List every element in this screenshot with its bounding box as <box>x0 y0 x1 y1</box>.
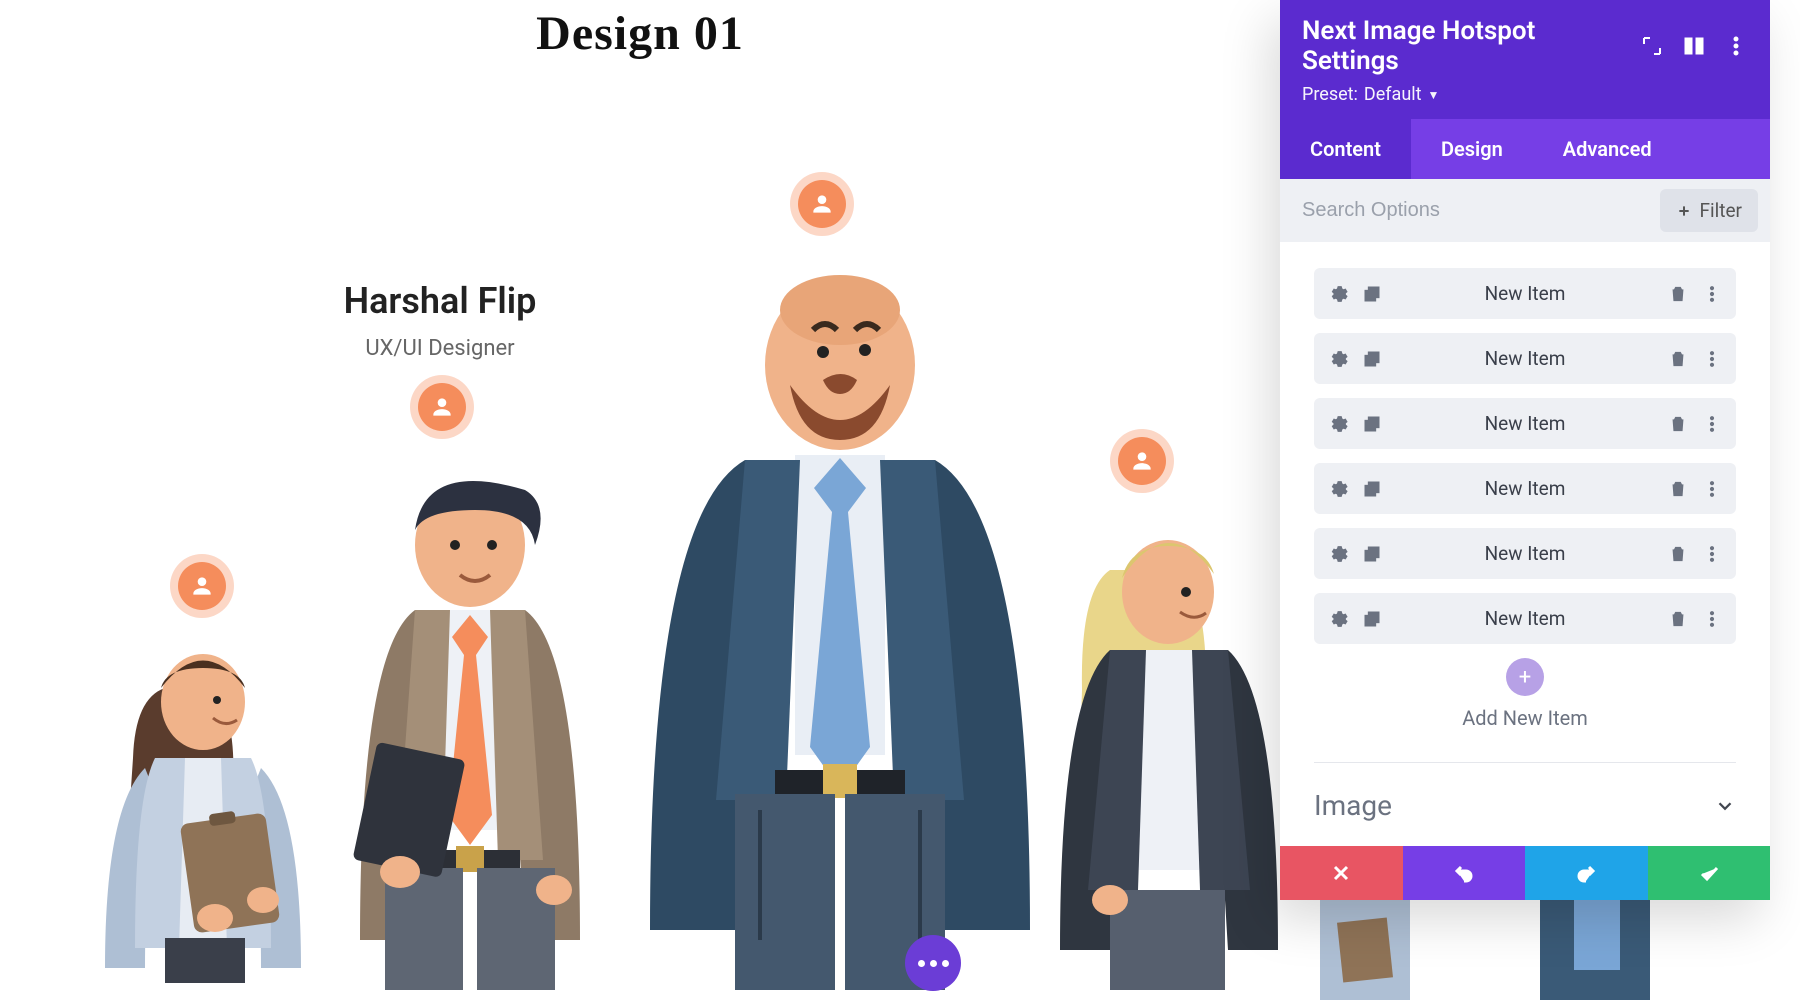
tab-advanced[interactable]: Advanced <box>1533 119 1682 179</box>
tab-content[interactable]: Content <box>1280 119 1411 179</box>
illustration-person <box>320 450 620 990</box>
gear-icon[interactable] <box>1328 479 1348 499</box>
item-label: New Item <box>1382 477 1668 500</box>
cancel-button[interactable] <box>1280 846 1403 900</box>
preset-selector[interactable]: Preset: Default ▼ <box>1302 84 1748 105</box>
kebab-menu-icon[interactable] <box>1702 284 1722 304</box>
page-title: Design 01 <box>0 6 1280 61</box>
hotspot-pin[interactable] <box>418 383 466 431</box>
columns-icon[interactable] <box>1682 34 1706 58</box>
trash-icon[interactable] <box>1668 609 1688 629</box>
search-row: Filter <box>1280 179 1770 242</box>
hotspot-pin[interactable] <box>798 180 846 228</box>
trash-icon[interactable] <box>1668 414 1688 434</box>
save-button[interactable] <box>1648 846 1771 900</box>
duplicate-icon[interactable] <box>1362 414 1382 434</box>
kebab-menu-icon[interactable] <box>1702 349 1722 369</box>
chevron-down-icon <box>1714 795 1736 817</box>
floating-action-button[interactable] <box>905 935 961 991</box>
illustration-person <box>625 250 1055 990</box>
item-label: New Item <box>1382 347 1668 370</box>
tab-design[interactable]: Design <box>1411 119 1533 179</box>
preview-canvas: Design 01 Harshal Flip UX/UI Designer <box>0 0 1280 997</box>
add-item-button[interactable]: + <box>1506 658 1544 696</box>
panel-header: Next Image Hotspot Settings Preset: Defa… <box>1280 0 1770 119</box>
illustration-person <box>95 618 315 983</box>
trash-icon[interactable] <box>1668 349 1688 369</box>
list-item[interactable]: New Item <box>1314 333 1736 384</box>
redo-button[interactable] <box>1525 846 1648 900</box>
panel-tabs: Content Design Advanced <box>1280 119 1770 179</box>
duplicate-icon[interactable] <box>1362 609 1382 629</box>
trash-icon[interactable] <box>1668 284 1688 304</box>
expand-icon[interactable] <box>1640 34 1664 58</box>
list-item[interactable]: New Item <box>1314 528 1736 579</box>
gear-icon[interactable] <box>1328 414 1348 434</box>
item-label: New Item <box>1382 412 1668 435</box>
duplicate-icon[interactable] <box>1362 544 1382 564</box>
list-item[interactable]: New Item <box>1314 268 1736 319</box>
panel-footer <box>1280 846 1770 900</box>
preset-value: Default <box>1364 84 1422 105</box>
kebab-menu-icon[interactable] <box>1702 479 1722 499</box>
accordion-image[interactable]: Image <box>1314 762 1736 846</box>
trash-icon[interactable] <box>1668 479 1688 499</box>
add-item-label: Add New Item <box>1314 706 1736 730</box>
item-label: New Item <box>1382 282 1668 305</box>
kebab-menu-icon[interactable] <box>1724 34 1748 58</box>
settings-panel: Next Image Hotspot Settings Preset: Defa… <box>1280 0 1770 900</box>
gear-icon[interactable] <box>1328 544 1348 564</box>
duplicate-icon[interactable] <box>1362 284 1382 304</box>
search-input[interactable] <box>1292 191 1660 230</box>
hotspot-tooltip: Harshal Flip UX/UI Designer <box>280 280 600 361</box>
tooltip-subtitle: UX/UI Designer <box>280 336 600 361</box>
gear-icon[interactable] <box>1328 284 1348 304</box>
item-label: New Item <box>1382 542 1668 565</box>
list-item[interactable]: New Item <box>1314 398 1736 449</box>
illustration-person <box>1040 500 1290 990</box>
kebab-menu-icon[interactable] <box>1702 609 1722 629</box>
tooltip-title: Harshal Flip <box>280 280 600 322</box>
filter-label: Filter <box>1700 199 1742 222</box>
list-item[interactable]: New Item <box>1314 463 1736 514</box>
kebab-menu-icon[interactable] <box>1702 544 1722 564</box>
undo-button[interactable] <box>1403 846 1526 900</box>
kebab-menu-icon[interactable] <box>1702 414 1722 434</box>
duplicate-icon[interactable] <box>1362 349 1382 369</box>
preset-label: Preset: <box>1302 84 1358 105</box>
list-item[interactable]: New Item <box>1314 593 1736 644</box>
illustration-overflow <box>1280 900 1800 1000</box>
accordion-title: Image <box>1314 789 1392 822</box>
hotspot-pin[interactable] <box>1118 437 1166 485</box>
duplicate-icon[interactable] <box>1362 479 1382 499</box>
panel-title: Next Image Hotspot Settings <box>1302 16 1622 76</box>
gear-icon[interactable] <box>1328 609 1348 629</box>
filter-button[interactable]: Filter <box>1660 189 1758 232</box>
panel-body[interactable]: New Item New Item New Item <box>1280 242 1770 846</box>
chevron-down-icon: ▼ <box>1428 88 1440 102</box>
hotspot-pin[interactable] <box>178 562 226 610</box>
trash-icon[interactable] <box>1668 544 1688 564</box>
gear-icon[interactable] <box>1328 349 1348 369</box>
item-label: New Item <box>1382 607 1668 630</box>
